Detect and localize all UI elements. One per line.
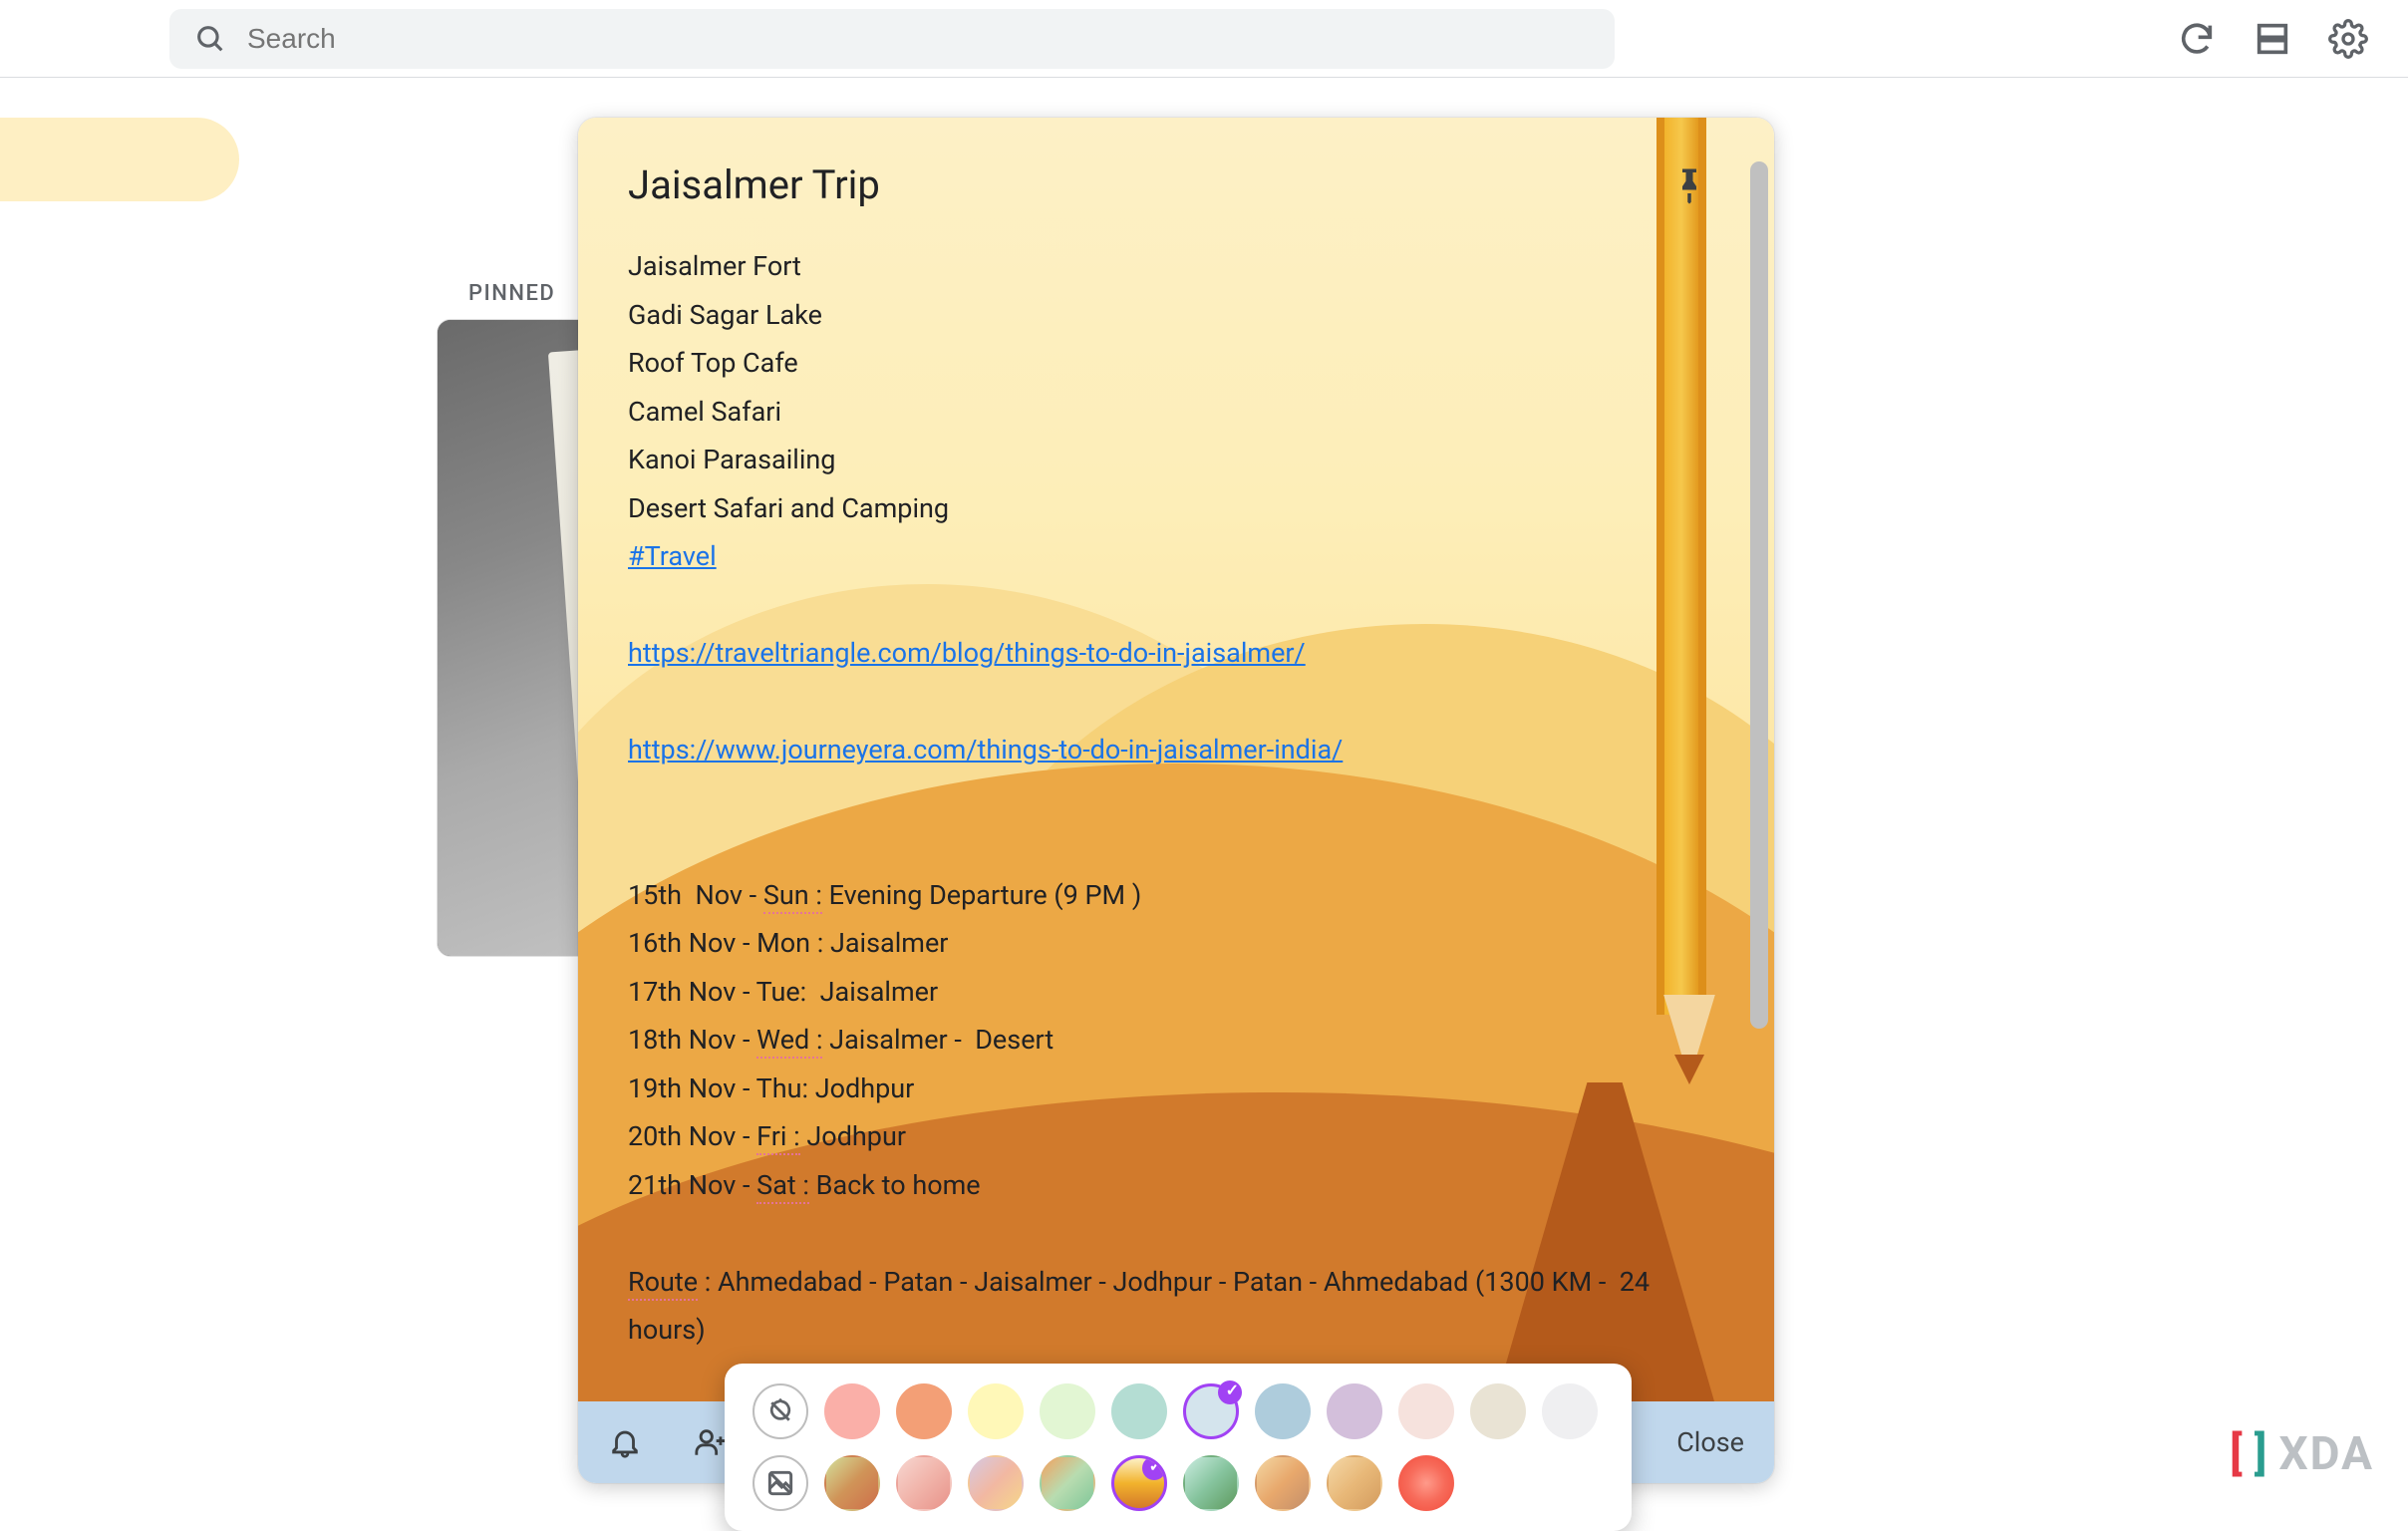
background-row — [752, 1455, 1604, 1511]
search-input[interactable] — [247, 23, 1591, 55]
background-swatch-places[interactable] — [1183, 1455, 1239, 1511]
color-swatch-fog[interactable] — [1183, 1383, 1239, 1439]
color-swatch-mint[interactable] — [1040, 1383, 1095, 1439]
color-swatch-storm[interactable] — [1255, 1383, 1311, 1439]
search-box[interactable] — [169, 9, 1615, 69]
refresh-icon[interactable] — [2177, 19, 2217, 59]
background-swatch-video[interactable] — [1327, 1455, 1382, 1511]
note-tag-link[interactable]: #Travel — [628, 540, 717, 572]
color-swatch-clay[interactable] — [1470, 1383, 1526, 1439]
note-link[interactable]: https://traveltriangle.com/blog/things-t… — [628, 637, 1306, 669]
color-swatch-dusk[interactable] — [1327, 1383, 1382, 1439]
note-title[interactable]: Jaisalmer Trip — [628, 161, 1724, 208]
close-button[interactable]: Close — [1676, 1426, 1744, 1458]
background-swatch-recipes[interactable] — [1040, 1455, 1095, 1511]
note-editor-modal: Jaisalmer Trip Jaisalmer Fort Gadi Sagar… — [578, 118, 1774, 1483]
color-swatch-sage[interactable] — [1111, 1383, 1167, 1439]
section-pinned-label: PINNED — [468, 281, 555, 306]
color-swatch-chalk[interactable] — [1542, 1383, 1598, 1439]
color-swatch-peach[interactable] — [896, 1383, 952, 1439]
background-swatch-notes[interactable] — [1111, 1455, 1167, 1511]
note-link[interactable]: https://www.journeyera.com/things-to-do-… — [628, 734, 1343, 766]
color-swatch-sand[interactable] — [968, 1383, 1024, 1439]
background-swatch-travel[interactable] — [1255, 1455, 1311, 1511]
color-swatch-default[interactable] — [752, 1383, 808, 1439]
background-swatch-none[interactable] — [752, 1455, 808, 1511]
settings-icon[interactable] — [2328, 19, 2368, 59]
search-icon — [193, 22, 227, 56]
background-swatch-groceries[interactable] — [824, 1455, 880, 1511]
background-swatch-music[interactable] — [968, 1455, 1024, 1511]
color-swatch-coral[interactable] — [824, 1383, 880, 1439]
background-swatch-food[interactable] — [896, 1455, 952, 1511]
list-view-icon[interactable] — [2253, 19, 2292, 59]
top-bar — [0, 0, 2408, 78]
reminder-icon[interactable] — [608, 1425, 642, 1459]
color-row — [752, 1383, 1604, 1439]
color-picker-popover — [725, 1364, 1632, 1531]
background-swatch-celebration[interactable] — [1398, 1455, 1454, 1511]
pin-button[interactable] — [1668, 165, 1710, 207]
watermark: []XDA — [2230, 1427, 2374, 1481]
color-swatch-blossom[interactable] — [1398, 1383, 1454, 1439]
collaborator-icon[interactable] — [694, 1425, 728, 1459]
note-body[interactable]: Jaisalmer Fort Gadi Sagar Lake Roof Top … — [628, 242, 1724, 1355]
sidebar-notes-pill[interactable] — [0, 118, 239, 201]
